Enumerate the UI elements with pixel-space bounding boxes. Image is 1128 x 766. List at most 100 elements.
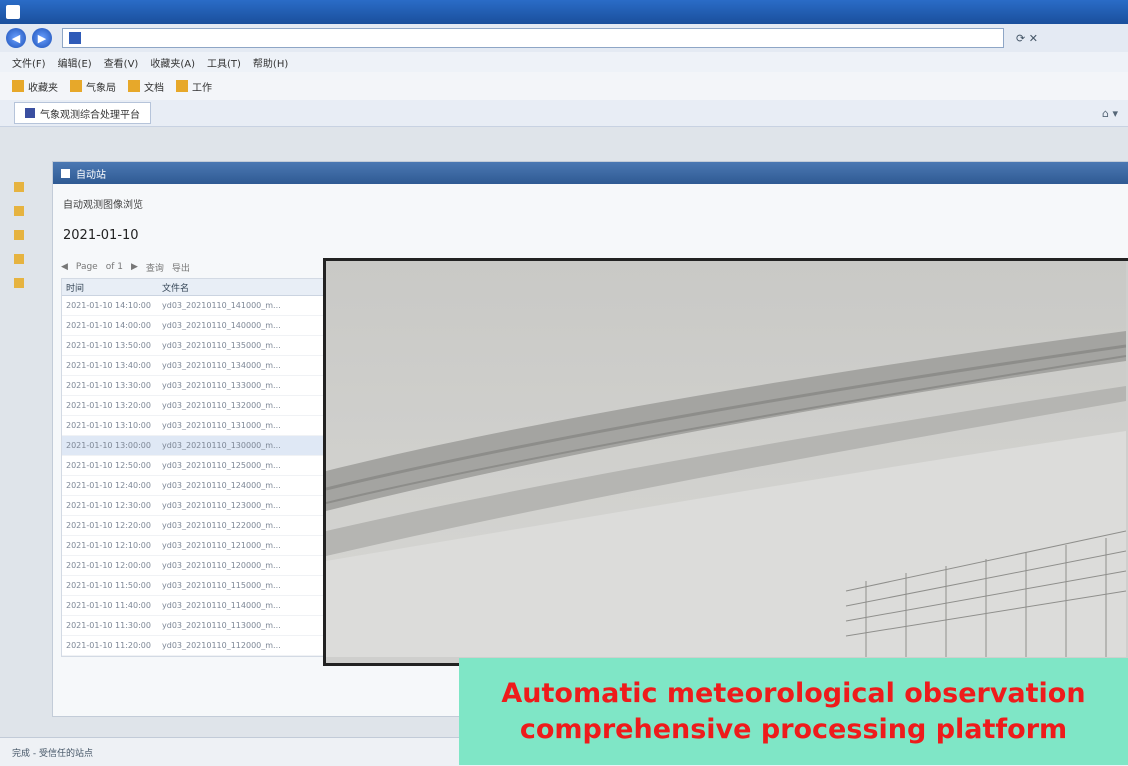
table-row[interactable]: 2021-01-10 14:00:00 yd03_20210110_140000_…: [62, 316, 324, 336]
table-row[interactable]: 2021-01-10 12:50:00 yd03_20210110_125000_…: [62, 456, 324, 476]
url-field[interactable]: [62, 28, 1004, 48]
first-page-icon[interactable]: ◀: [61, 262, 68, 272]
row-file: yd03_20210110_124000_m...: [162, 481, 281, 490]
row-file: yd03_20210110_135000_m...: [162, 341, 281, 350]
folder-icon: [14, 278, 24, 288]
table-row[interactable]: 2021-01-10 12:30:00 yd03_20210110_123000_…: [62, 496, 324, 516]
tree-node[interactable]: [14, 227, 48, 243]
folder-icon: [14, 254, 24, 264]
star-icon: [12, 80, 24, 92]
favorite-link[interactable]: 收藏夹: [12, 79, 58, 94]
row-file: yd03_20210110_113000_m...: [162, 621, 281, 630]
browser-titlebar: [0, 0, 1128, 24]
panel-icon: [61, 168, 70, 178]
observation-date: 2021-01-10: [63, 228, 139, 243]
grid-toolbar: ◀ Page of 1 ▶ 查询 导出: [61, 258, 323, 276]
page-favicon: [69, 32, 81, 44]
menu-edit[interactable]: 编辑(E): [58, 55, 92, 70]
grid-header: 时间 文件名: [62, 279, 324, 296]
menu-tools[interactable]: 工具(T): [207, 55, 241, 70]
browser-tab[interactable]: 气象观测综合处理平台: [14, 102, 151, 124]
table-row[interactable]: 2021-01-10 13:00:00 yd03_20210110_130000_…: [62, 436, 324, 456]
row-time: 2021-01-10 13:40:00: [66, 361, 151, 370]
row-time: 2021-01-10 13:50:00: [66, 341, 151, 350]
table-row[interactable]: 2021-01-10 12:00:00 yd03_20210110_120000_…: [62, 556, 324, 576]
column-header-time[interactable]: 时间: [62, 281, 162, 294]
tab-bar: 气象观测综合处理平台 ⌂ ▾: [0, 100, 1128, 127]
tree-node[interactable]: [14, 179, 48, 195]
row-file: yd03_20210110_133000_m...: [162, 381, 281, 390]
row-time: 2021-01-10 13:30:00: [66, 381, 151, 390]
row-time: 2021-01-10 12:10:00: [66, 541, 151, 550]
panel-title: 自动站: [76, 169, 106, 181]
query-button[interactable]: 查询: [146, 261, 164, 274]
table-row[interactable]: 2021-01-10 13:10:00 yd03_20210110_131000_…: [62, 416, 324, 436]
left-nav-tree: [0, 127, 50, 737]
row-time: 2021-01-10 11:20:00: [66, 641, 151, 650]
table-row[interactable]: 2021-01-10 12:10:00 yd03_20210110_121000_…: [62, 536, 324, 556]
row-time: 2021-01-10 14:00:00: [66, 321, 151, 330]
tree-node[interactable]: [14, 203, 48, 219]
address-bar: ◀ ▶ ⟳ ✕: [0, 24, 1128, 52]
folder-icon: [14, 230, 24, 240]
refresh-icon[interactable]: ⟳ ✕: [1016, 32, 1038, 45]
snow-field-photo: [326, 261, 1126, 657]
row-time: 2021-01-10 14:10:00: [66, 301, 151, 310]
row-time: 2021-01-10 11:40:00: [66, 601, 151, 610]
forward-icon[interactable]: ▶: [32, 28, 52, 48]
tab-favicon: [25, 108, 35, 118]
table-row[interactable]: 2021-01-10 12:20:00 yd03_20210110_122000_…: [62, 516, 324, 536]
home-icon[interactable]: ⌂ ▾: [1102, 107, 1118, 120]
status-text: 完成 - 受信任的站点: [12, 748, 93, 759]
favorite-link[interactable]: 气象局: [70, 79, 116, 94]
back-icon[interactable]: ◀: [6, 28, 26, 48]
row-file: yd03_20210110_125000_m...: [162, 461, 281, 470]
table-row[interactable]: 2021-01-10 12:40:00 yd03_20210110_124000_…: [62, 476, 324, 496]
table-row[interactable]: 2021-01-10 11:50:00 yd03_20210110_115000_…: [62, 576, 324, 596]
row-file: yd03_20210110_141000_m...: [162, 301, 281, 310]
table-row[interactable]: 2021-01-10 11:30:00 yd03_20210110_113000_…: [62, 616, 324, 636]
tab-label: 气象观测综合处理平台: [40, 109, 140, 121]
caption-banner: Automatic meteorological observation com…: [459, 658, 1128, 765]
page-content: 自动站 自动观测图像浏览 2021-01-10 ◀ Page of 1 ▶ 查询…: [0, 127, 1128, 737]
folder-icon: [176, 80, 188, 92]
export-button[interactable]: 导出: [172, 261, 190, 274]
page-label: Page: [75, 262, 98, 272]
tree-node[interactable]: [14, 251, 48, 267]
menu-help[interactable]: 帮助(H): [253, 55, 288, 70]
row-time: 2021-01-10 13:10:00: [66, 421, 151, 430]
favorites-bar: 收藏夹 气象局 文档 工作: [0, 72, 1128, 101]
folder-icon: [14, 206, 24, 216]
row-time: 2021-01-10 11:50:00: [66, 581, 151, 590]
row-file: yd03_20210110_140000_m...: [162, 321, 281, 330]
table-row[interactable]: 2021-01-10 14:10:00 yd03_20210110_141000_…: [62, 296, 324, 316]
row-time: 2021-01-10 13:20:00: [66, 401, 151, 410]
observation-panel: 自动站 自动观测图像浏览 2021-01-10 ◀ Page of 1 ▶ 查询…: [52, 161, 1128, 717]
row-time: 2021-01-10 12:50:00: [66, 461, 151, 470]
menu-favorites[interactable]: 收藏夹(A): [150, 55, 195, 70]
favorite-link[interactable]: 文档: [128, 79, 164, 94]
page-count: of 1: [105, 262, 123, 272]
next-page-icon[interactable]: ▶: [131, 262, 138, 272]
favorite-link[interactable]: 工作: [176, 79, 212, 94]
table-row[interactable]: 2021-01-10 11:20:00 yd03_20210110_112000_…: [62, 636, 324, 656]
column-header-file[interactable]: 文件名: [162, 281, 189, 294]
ie-icon: [6, 5, 20, 19]
panel-header: 自动站: [53, 162, 1128, 184]
row-file: yd03_20210110_122000_m...: [162, 521, 281, 530]
table-row[interactable]: 2021-01-10 13:40:00 yd03_20210110_134000_…: [62, 356, 324, 376]
folder-icon: [14, 182, 24, 192]
folder-icon: [70, 80, 82, 92]
caption-line-1: Automatic meteorological observation: [501, 677, 1086, 709]
table-row[interactable]: 2021-01-10 13:30:00 yd03_20210110_133000_…: [62, 376, 324, 396]
table-row[interactable]: 2021-01-10 13:50:00 yd03_20210110_135000_…: [62, 336, 324, 356]
menu-view[interactable]: 查看(V): [104, 55, 139, 70]
table-row[interactable]: 2021-01-10 11:40:00 yd03_20210110_114000_…: [62, 596, 324, 616]
row-time: 2021-01-10 12:20:00: [66, 521, 151, 530]
menu-file[interactable]: 文件(F): [12, 55, 46, 70]
row-time: 2021-01-10 12:30:00: [66, 501, 151, 510]
tree-node[interactable]: [14, 275, 48, 291]
row-file: yd03_20210110_114000_m...: [162, 601, 281, 610]
row-file: yd03_20210110_132000_m...: [162, 401, 281, 410]
table-row[interactable]: 2021-01-10 13:20:00 yd03_20210110_132000_…: [62, 396, 324, 416]
